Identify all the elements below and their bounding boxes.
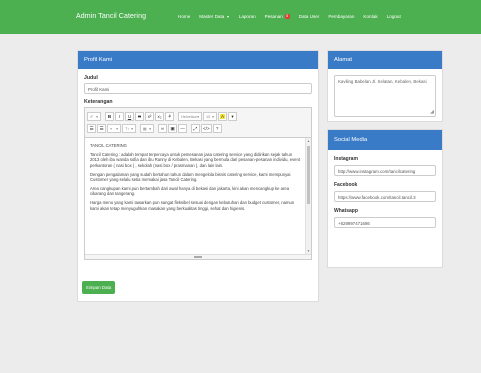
resize-grip-icon xyxy=(194,256,202,258)
profil-panel-header: Profil Kami xyxy=(78,51,318,69)
unordered-list-icon[interactable]: ☰ xyxy=(87,124,96,133)
font-family-dropdown[interactable]: Helvetica ▾ xyxy=(178,112,202,121)
editor-resize-bar[interactable] xyxy=(85,254,311,259)
profil-panel: Profil Kami Judul Profil Kami Keterangan… xyxy=(77,50,319,302)
nav-item-data-user[interactable]: Data User xyxy=(299,14,320,19)
eraser-icon[interactable]: ⚘ xyxy=(165,112,174,121)
paragraph-dropdown[interactable]: ≡ ▾ xyxy=(107,124,121,133)
font-family-value: Helvetica xyxy=(181,114,197,119)
profil-panel-body: Judul Profil Kami Keterangan ✐ ▾ B I U S … xyxy=(78,69,318,266)
alamat-value: Kaviling Babelan Jl. Selatan, Kebalen, B… xyxy=(338,79,427,84)
nav-item-laporan[interactable]: Laporan xyxy=(239,14,256,19)
text-color-icon: A xyxy=(220,114,226,119)
social-media-panel-body: Instagram http://www.instagram.com/tanci… xyxy=(328,150,442,240)
scroll-down-icon[interactable]: ▼ xyxy=(307,249,310,253)
content-paragraph: Dengan pengalaman yang sudah bertahun ta… xyxy=(90,171,291,183)
font-size-value: 10 xyxy=(206,114,211,119)
help-icon[interactable]: ? xyxy=(212,124,222,133)
facebook-label: Facebook xyxy=(334,182,358,188)
social-media-panel: Social Media Instagram http://www.instag… xyxy=(327,129,443,268)
save-button[interactable]: Simpan Data xyxy=(82,281,115,294)
text-color-dropdown[interactable]: ▾ xyxy=(228,112,238,121)
bold-button[interactable]: B xyxy=(105,112,114,121)
profil-panel-title: Profil Kami xyxy=(84,57,113,63)
nav-item-label: Laporan xyxy=(238,14,256,19)
social-media-panel-header: Social Media xyxy=(328,130,442,150)
instagram-label: Instagram xyxy=(334,156,358,162)
nav-item-label: Master Data xyxy=(199,14,225,19)
nav-item-pesanan[interactable]: Pesanan 8 xyxy=(265,14,290,19)
underline-button[interactable]: U xyxy=(125,112,134,121)
nav-item-master-data[interactable]: Master Data ▼ xyxy=(199,14,230,19)
table-dropdown[interactable]: ▦ ▾ xyxy=(140,124,154,133)
nav-item-logout[interactable]: Logout xyxy=(387,14,401,19)
content-heading: TANCIL CATERING xyxy=(90,143,127,148)
link-icon[interactable]: ∞ xyxy=(158,124,167,133)
nav-item-label: Logout xyxy=(386,14,401,19)
line-height-icon: T↕ xyxy=(125,126,130,131)
nav-item-label: Home xyxy=(178,14,191,19)
content-paragraph: Area cangkupan kami pun bertambah dari a… xyxy=(90,185,290,197)
instagram-input[interactable]: http://www.instagram.com/tancilcatering xyxy=(334,165,436,176)
caret-down-icon: ▾ xyxy=(231,113,234,119)
navbar-brand[interactable]: Admin Tancil Catering xyxy=(76,13,146,20)
italic-button[interactable]: I xyxy=(115,112,124,121)
alamat-panel-header: Alamat xyxy=(328,51,442,69)
navbar-menu: Home Master Data ▼ Laporan Pesanan 8 Data … xyxy=(178,14,410,19)
code-view-icon[interactable]: </> xyxy=(201,124,212,133)
caret-down-icon: ▾ xyxy=(96,115,98,119)
pen-icon: ✐ xyxy=(90,115,94,119)
editor-toolbar: ✐ ▾ B I U S x² x₂ ⚘ Helvetica ▾ 10 ▾ A ▾ ☰ xyxy=(85,108,311,138)
rich-text-editor: ✐ ▾ B I U S x² x₂ ⚘ Helvetica ▾ 10 ▾ A ▾ ☰ xyxy=(84,107,312,260)
table-icon: ▦ xyxy=(143,127,147,131)
style-dropdown-button[interactable]: ✐ ▾ xyxy=(87,112,101,121)
top-navbar: Admin Tancil Catering Home Master Data ▼ … xyxy=(0,0,481,34)
horizontal-rule-icon[interactable]: ― xyxy=(178,124,187,133)
resize-handle-icon[interactable]: ◢ xyxy=(430,110,434,116)
nav-item-home[interactable]: Home xyxy=(178,14,190,19)
facebook-input[interactable]: https://www.facebook.com/tancil.tancil.3 xyxy=(334,191,436,202)
editor-content-area[interactable]: TANCIL CATERING Tancil Catering : adalah… xyxy=(85,138,311,254)
nav-item-pembayaran[interactable]: Pembayaran xyxy=(328,14,354,19)
nav-item-kontak[interactable]: Kontak xyxy=(363,14,377,19)
scroll-thumb[interactable] xyxy=(307,146,310,204)
alamat-panel-body: Kaviling Babelan Jl. Selatan, Kebalen, B… xyxy=(328,69,442,123)
nav-item-label: Data User xyxy=(298,14,320,19)
text-color-button[interactable]: A xyxy=(218,112,228,121)
pesanan-count-badge: 8 xyxy=(284,14,290,19)
superscript-button[interactable]: x² xyxy=(145,112,154,121)
social-media-panel-title: Social Media xyxy=(334,137,368,143)
line-height-dropdown[interactable]: T↕ ▾ xyxy=(122,124,136,133)
content-paragraph: Tancil Catering : adalah tempat terperca… xyxy=(90,151,300,168)
caret-down-icon: ▾ xyxy=(131,127,133,131)
content-paragraph: Harga menu yang kami tawarkan pun sangat… xyxy=(90,200,295,211)
fullscreen-icon[interactable]: ⤢ xyxy=(191,124,200,133)
whatsapp-input[interactable]: +628997471686 xyxy=(334,217,436,228)
caret-down-icon: ▾ xyxy=(149,127,151,131)
alamat-textarea[interactable]: Kaviling Babelan Jl. Selatan, Kebalen, B… xyxy=(334,75,436,117)
caret-down-icon: ▾ xyxy=(212,115,214,119)
caret-down-icon: ▾ xyxy=(116,127,118,131)
font-size-dropdown[interactable]: 10 ▾ xyxy=(203,112,217,121)
align-icon: ≡ xyxy=(110,126,113,131)
nav-item-label: Pesanan xyxy=(264,14,283,19)
judul-label: Judul xyxy=(84,75,98,81)
caret-down-icon: ▾ xyxy=(197,115,199,119)
strikethrough-button[interactable]: S xyxy=(135,112,144,121)
scroll-up-icon[interactable]: ▲ xyxy=(307,139,310,143)
nav-item-label: Kontak xyxy=(363,14,378,19)
keterangan-label: Keterangan xyxy=(84,99,113,105)
picture-icon[interactable]: ▣ xyxy=(168,124,177,133)
ordered-list-icon[interactable]: ☰ xyxy=(97,124,106,133)
judul-input[interactable]: Profil Kami xyxy=(84,83,312,94)
whatsapp-label: Whatsapp xyxy=(334,208,358,214)
editor-scrollbar[interactable]: ▲ ▼ xyxy=(305,138,311,254)
alamat-panel: Alamat Kaviling Babelan Jl. Selatan, Keb… xyxy=(327,50,443,122)
subscript-button[interactable]: x₂ xyxy=(155,112,164,121)
nav-item-label: Pembayaran xyxy=(328,14,355,19)
alamat-panel-title: Alamat xyxy=(334,57,353,63)
caret-down-icon: ▼ xyxy=(226,14,230,19)
